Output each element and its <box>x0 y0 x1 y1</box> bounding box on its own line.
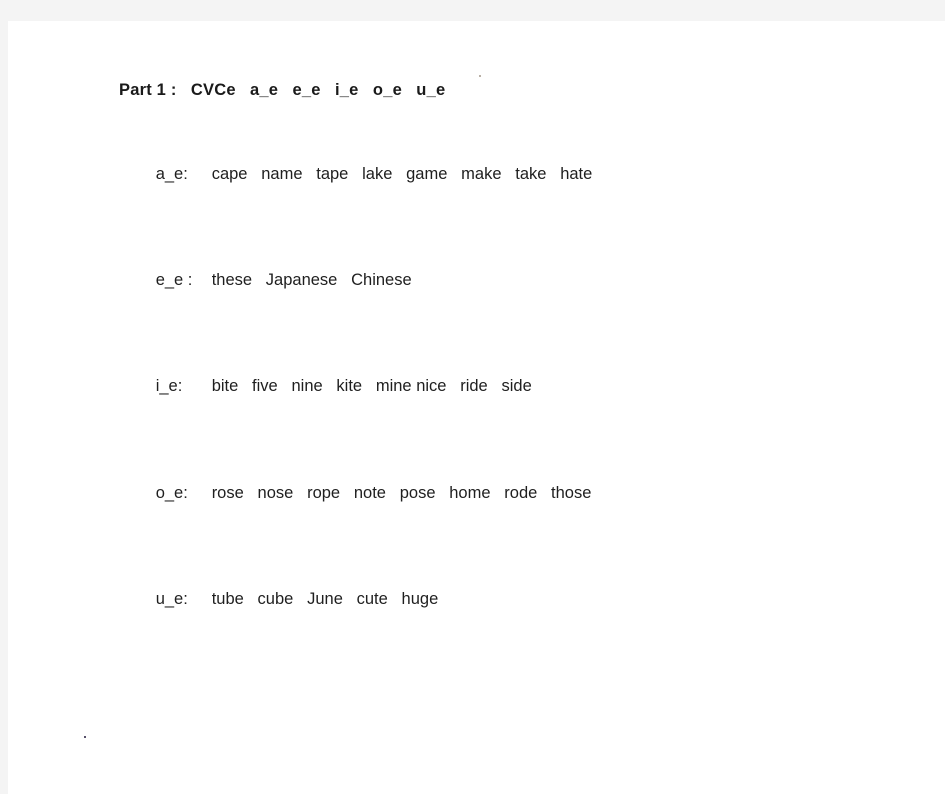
word-row-label: o_e: <box>155 483 188 502</box>
word-row: a_e: cape name tape lake game make take h… <box>119 145 909 204</box>
word-row-label: i_e: <box>155 377 183 396</box>
word-row: i_e: bite five nine kite mine nice ride s… <box>119 358 909 417</box>
word-row: o_e: rose nose rope note pose home rode t… <box>119 464 909 523</box>
word-row-words: bite five nine kite mine nice ride side <box>211 377 532 396</box>
page-artifact-speck-top <box>479 75 481 77</box>
word-row: e_e : these Japanese Chinese <box>119 251 909 310</box>
word-row-label: e_e : <box>155 270 193 289</box>
document-content: Part 1 : CVCe a_e e_e i_e o_e u_e a_e: ca… <box>119 81 909 630</box>
document-page: Part 1 : CVCe a_e e_e i_e o_e u_e a_e: ca… <box>8 21 945 794</box>
word-row-words: these Japanese Chinese <box>211 270 412 289</box>
page-title: Part 1 : CVCe a_e e_e i_e o_e u_e <box>119 81 446 99</box>
word-row-words: rose nose rope note pose home rode those <box>211 483 592 502</box>
word-row-words: cape name tape lake game make take hate <box>211 164 593 183</box>
word-row: u_e: tube cube June cute huge <box>119 570 909 629</box>
document-viewport: Part 1 : CVCe a_e e_e i_e o_e u_e a_e: ca… <box>0 0 945 794</box>
word-row-label: a_e: <box>155 164 188 183</box>
page-artifact-speck-bottom <box>84 736 86 738</box>
word-row-words: tube cube June cute huge <box>211 590 439 609</box>
word-row-label: u_e: <box>155 590 188 609</box>
